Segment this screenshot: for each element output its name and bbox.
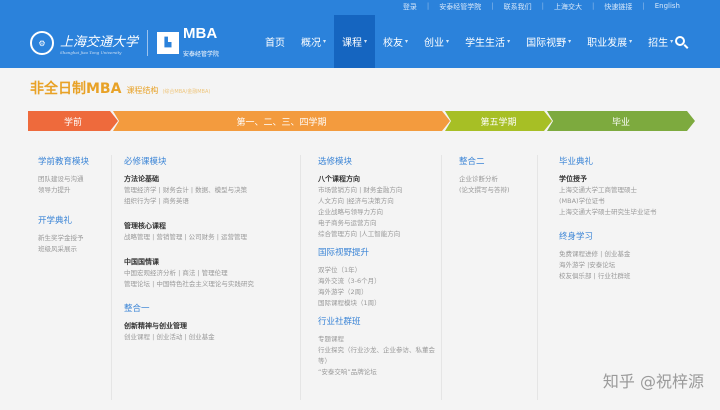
section-heading: 开学典礼 xyxy=(38,216,73,226)
course-item: 企业战略与领导力方向 xyxy=(318,208,383,216)
section-heading: 毕业典礼 xyxy=(559,157,594,167)
course-item: 企业诊断分析 xyxy=(459,175,498,183)
course-item: 校友俱乐部 | 行业社群班 xyxy=(559,272,631,280)
nav-alumni[interactable]: 校友 ▾ xyxy=(375,15,416,68)
subsection-heading: 管理核心课程 xyxy=(124,222,166,230)
nav-global[interactable]: 国际视野 ▾ xyxy=(518,15,579,68)
course-item: 专题课程 xyxy=(318,335,344,343)
course-item: 双学位（1年） xyxy=(318,266,362,274)
stage-fifth: 第五学期 xyxy=(445,111,552,131)
top-link[interactable]: 联系我们 xyxy=(494,2,542,12)
course-item xyxy=(124,290,254,304)
subsection-heading: 创新精神与创业管理 xyxy=(124,322,187,330)
course-item: 海外交流（3-6个月） xyxy=(318,277,381,285)
course-item: 战略管理 | 营销管理 | 公司财务 | 运营管理 xyxy=(124,233,247,241)
course-item xyxy=(318,240,438,248)
stage-graduation: 毕业 xyxy=(547,111,695,131)
mba-logo-icon: ▙ xyxy=(157,32,180,54)
course-item: 免费课程进修 | 创业基金 xyxy=(559,250,631,258)
course-item: 人文方向 |经济与决策方向 xyxy=(318,197,394,205)
course-item: 班级风采展示 xyxy=(38,245,77,253)
section-heading: 整合一 xyxy=(124,304,150,314)
course-item xyxy=(38,196,89,210)
course-item: 电子商务与运营方向 xyxy=(318,219,377,227)
course-item: 上海交通大学硕士研究生毕业证书 xyxy=(559,208,657,216)
section-heading: 选修模块 xyxy=(318,157,353,167)
section-heading: 学前教育模块 xyxy=(38,157,90,167)
course-item: 领导力提升 xyxy=(38,186,71,194)
university-name: 上海交通大学 xyxy=(60,35,139,50)
subsection-heading: 方法论基础 xyxy=(124,175,159,183)
course-item: 团队建设与沟通 xyxy=(38,175,84,183)
course-item xyxy=(124,243,254,257)
university-name-en: Shanghai Jiao Tong University xyxy=(60,50,122,55)
course-item: 综合管理方向 |人工智能方向 xyxy=(318,230,401,238)
header: 登录 | 安泰经管学院 | 联系我们 | 上海交大 | 快速链接 | English ⚙ … xyxy=(0,0,720,68)
pre-module: 学前教育模块 团队建设与沟通 领导力提升 开学典礼 新生奖学金授予 班级风采展示 xyxy=(38,157,89,255)
course-item: “安泰交响”品牌论坛 xyxy=(318,368,377,376)
course-item xyxy=(559,218,657,232)
course-item: 上海交通大学工商管理硕士 xyxy=(559,186,637,194)
stage-semesters: 第一、二、三、四学期 xyxy=(113,111,450,131)
stage-pre: 学前 xyxy=(28,111,118,131)
course-item xyxy=(318,309,438,317)
watermark: 知乎 @祝梓源 xyxy=(602,372,704,391)
nav-courses[interactable]: 课程 ▾ xyxy=(334,15,376,68)
course-item: 管理经济学 | 财务会计 | 数据、模型与决策 xyxy=(124,186,248,194)
nav-home[interactable]: 首页 xyxy=(257,15,293,68)
course-item xyxy=(124,207,254,221)
nav-overview[interactable]: 概况 ▾ xyxy=(293,15,334,68)
top-link[interactable]: English xyxy=(645,2,690,12)
section-heading: 终身学习 xyxy=(559,232,594,242)
elective-module: 选修模块 八个课程方向 市场营销方向 | 财务金融方向 人文方向 |经济与决策方向… xyxy=(318,157,438,378)
top-link[interactable]: 安泰经管学院 xyxy=(429,2,491,12)
subsection-heading: 八个课程方向 xyxy=(318,175,360,183)
course-item: 管理论坛 | 中国特色社会主义理论与实践研究 xyxy=(124,280,254,288)
subsection-heading: 中国国情课 xyxy=(124,258,159,266)
top-link[interactable]: 快速链接 xyxy=(594,2,642,12)
top-links: 登录 | 安泰经管学院 | 联系我们 | 上海交大 | 快速链接 | English xyxy=(393,2,690,12)
search-icon[interactable] xyxy=(675,36,685,46)
nav-startup[interactable]: 创业 ▾ xyxy=(416,15,457,68)
course-item: (MBA)学位证书 xyxy=(559,197,605,205)
course-item: 市场营销方向 | 财务金融方向 xyxy=(318,186,403,194)
university-seal-icon: ⚙ xyxy=(30,31,54,55)
nav-career[interactable]: 职业发展 ▾ xyxy=(579,15,640,68)
course-item: 海外游学 |安泰论坛 xyxy=(559,261,616,269)
logo[interactable]: ⚙ 上海交通大学 Shanghai Jiao Tong University ▙ … xyxy=(30,26,219,60)
main-nav: 首页 概况 ▾ 课程 ▾ 校友 ▾ 创业 ▾ 学生生活 ▾ 国际视野 ▾ 职业发展 ▾ 招生 ▾ xyxy=(257,15,681,68)
page-title: 非全日制MBA 课程结构 (综合MBA/金融MBA) xyxy=(30,81,211,97)
section-heading: 国际视野提升 xyxy=(318,248,370,258)
course-item: 新生奖学金授予 xyxy=(38,234,84,242)
course-item: 国际课程模块（1周） xyxy=(318,299,381,307)
course-item: 创业课程 | 创业活动 | 创业基金 xyxy=(124,333,215,341)
graduation-module: 毕业典礼 学位授予 上海交通大学工商管理硕士 (MBA)学位证书上海交通大学硕士研… xyxy=(559,157,657,282)
course-item: 海外游学（2周） xyxy=(318,288,368,296)
course-item: 中国宏观经济分析 | 商法 | 管理伦理 xyxy=(124,269,228,277)
course-item: (论文撰写与答辩) xyxy=(459,186,510,194)
top-link[interactable]: 登录 xyxy=(393,2,427,12)
subsection-heading: 学位授予 xyxy=(559,175,587,183)
nav-student-life[interactable]: 学生生活 ▾ xyxy=(457,15,518,68)
course-item: 行业探究（行业沙龙、企业参访、私董会等） xyxy=(318,346,435,365)
section-heading: 必修课模块 xyxy=(124,157,167,167)
course-item: 组织行为学 | 商务英语 xyxy=(124,197,189,205)
required-module: 必修课模块 方法论基础 管理经济学 | 财务会计 | 数据、模型与决策 组织行为学… xyxy=(124,157,254,343)
school-name: 安泰经管学院 xyxy=(183,51,220,58)
top-link[interactable]: 上海交大 xyxy=(544,2,592,12)
mba-label: MBA xyxy=(183,25,218,42)
section-heading: 行业社群班 xyxy=(318,317,361,327)
integration-two: 整合二 企业诊断分析 (论文撰写与答辩) xyxy=(459,157,510,196)
section-heading: 整合二 xyxy=(459,157,485,167)
